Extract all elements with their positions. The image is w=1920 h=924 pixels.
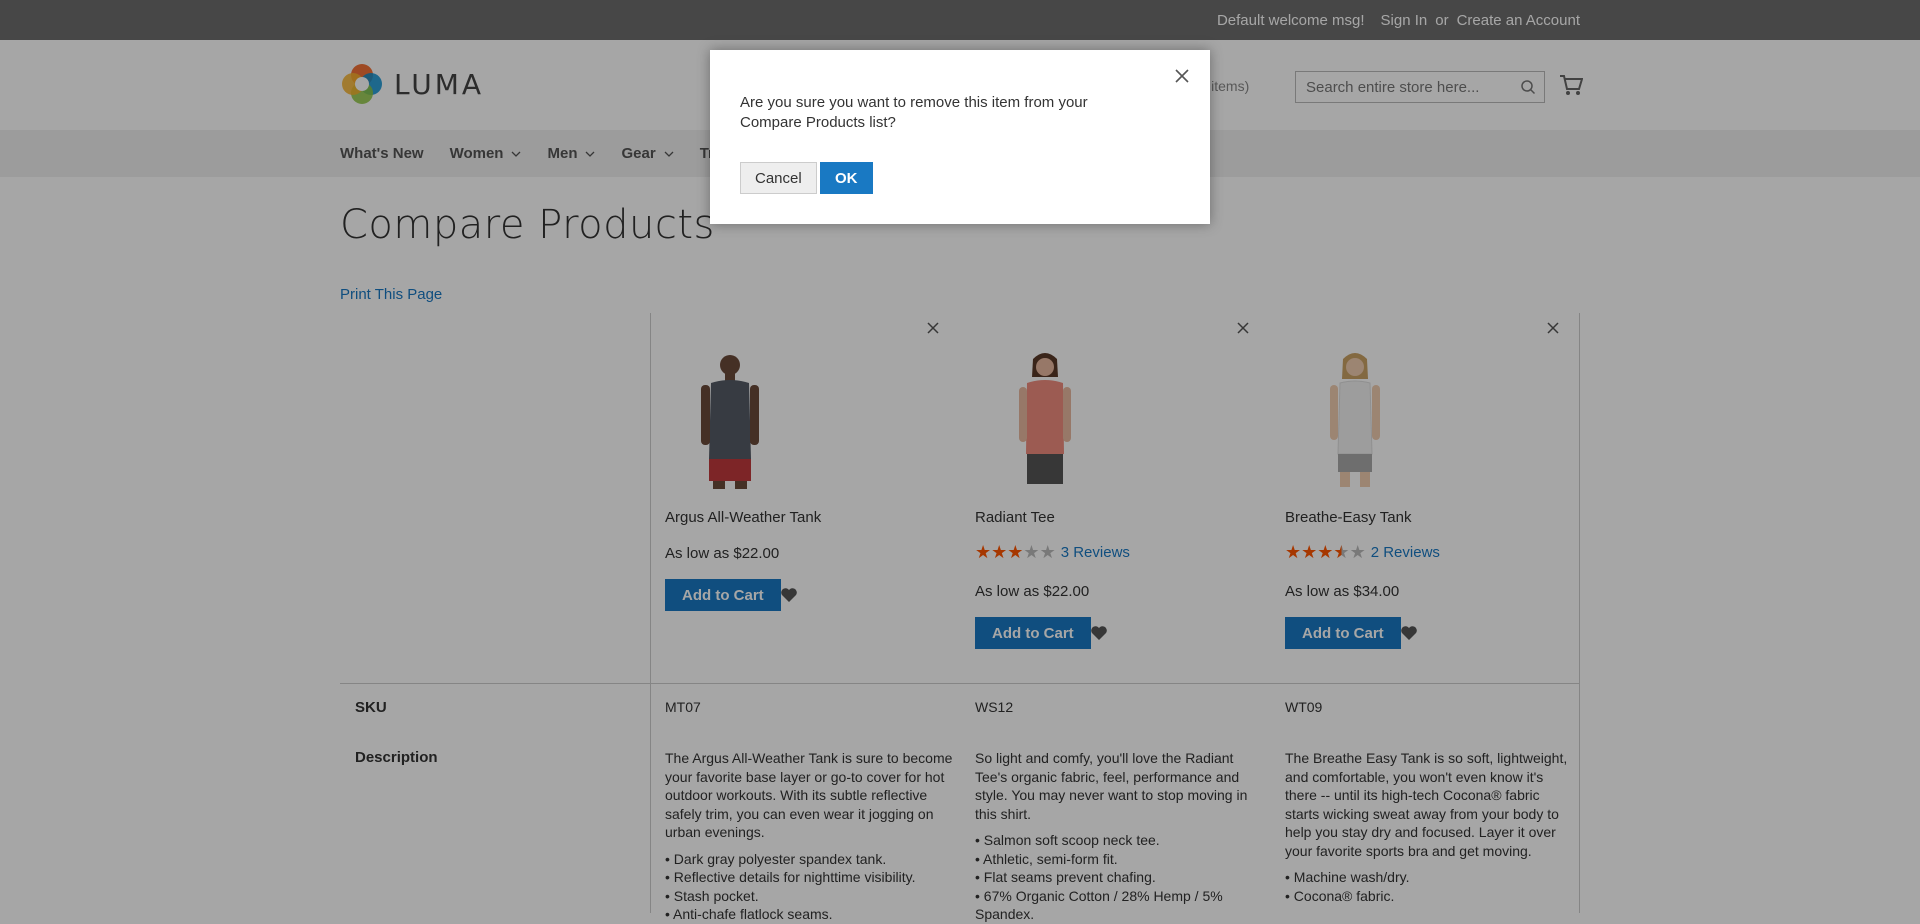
close-icon[interactable] xyxy=(1174,68,1190,84)
cancel-button[interactable]: Cancel xyxy=(740,162,817,194)
dialog-message: Are you sure you want to remove this ite… xyxy=(740,94,1088,131)
ok-button[interactable]: OK xyxy=(820,162,873,194)
confirm-remove-dialog: Are you sure you want to remove this ite… xyxy=(710,50,1210,224)
